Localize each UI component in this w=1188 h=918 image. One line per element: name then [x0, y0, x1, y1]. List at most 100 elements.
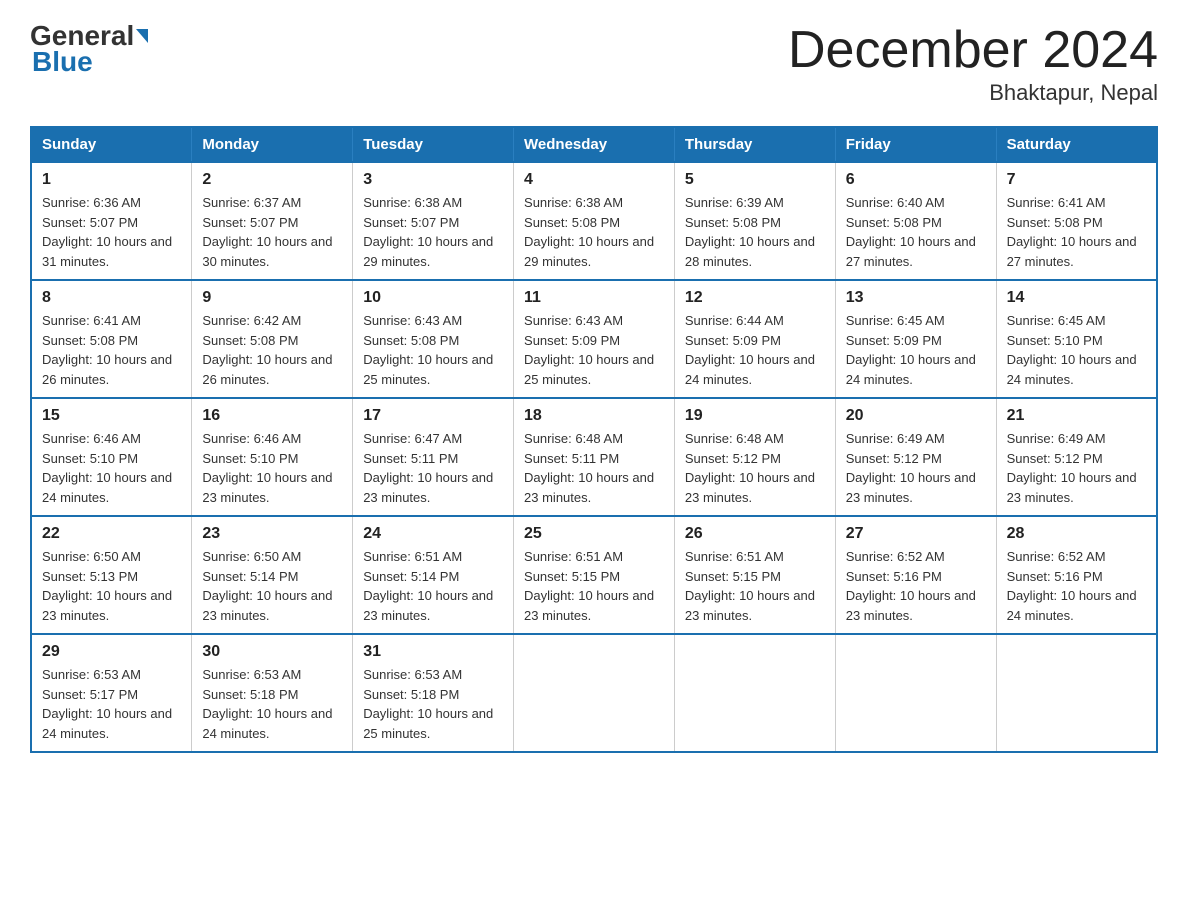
day-info: Sunrise: 6:45 AMSunset: 5:10 PMDaylight:… [1007, 311, 1146, 389]
day-number: 2 [202, 171, 342, 189]
day-info: Sunrise: 6:52 AMSunset: 5:16 PMDaylight:… [846, 547, 986, 625]
calendar-day-cell: 25 Sunrise: 6:51 AMSunset: 5:15 PMDayligh… [514, 516, 675, 634]
day-number: 5 [685, 171, 825, 189]
day-number: 14 [1007, 289, 1146, 307]
day-number: 19 [685, 407, 825, 425]
calendar-day-cell: 22Sunrise: 6:50 AMSunset: 5:13 PMDayligh… [31, 516, 192, 634]
day-number: 29 [42, 643, 181, 661]
day-info: Sunrise: 6:50 AMSunset: 5:13 PMDaylight:… [42, 547, 181, 625]
day-number: 26 [685, 525, 825, 543]
day-info: Sunrise: 6:51 AMSunset: 5:15 PMDaylight:… [685, 547, 825, 625]
calendar-day-cell [996, 634, 1157, 752]
day-info: Sunrise: 6:53 AMSunset: 5:18 PMDaylight:… [363, 665, 503, 743]
logo-blue-text: Blue [32, 46, 93, 77]
day-info: Sunrise: 6:47 AMSunset: 5:11 PMDaylight:… [363, 429, 503, 507]
logo: General Blue [30, 20, 150, 78]
day-number: 24 [363, 525, 503, 543]
calendar-day-cell: 6 Sunrise: 6:40 AMSunset: 5:08 PMDaylight… [835, 162, 996, 280]
day-number: 28 [1007, 525, 1146, 543]
day-info: Sunrise: 6:43 AMSunset: 5:09 PMDaylight:… [524, 311, 664, 389]
day-number: 10 [363, 289, 503, 307]
calendar-day-cell: 27 Sunrise: 6:52 AMSunset: 5:16 PMDayligh… [835, 516, 996, 634]
calendar-day-cell: 7 Sunrise: 6:41 AMSunset: 5:08 PMDaylight… [996, 162, 1157, 280]
day-info: Sunrise: 6:41 AMSunset: 5:08 PMDaylight:… [1007, 193, 1146, 271]
calendar-day-cell [674, 634, 835, 752]
day-info: Sunrise: 6:36 AMSunset: 5:07 PMDaylight:… [42, 193, 181, 271]
calendar-week-row: 29 Sunrise: 6:53 AMSunset: 5:17 PMDayligh… [31, 634, 1157, 752]
weekday-header-friday: Friday [835, 127, 996, 162]
day-number: 9 [202, 289, 342, 307]
calendar-day-cell: 11 Sunrise: 6:43 AMSunset: 5:09 PMDayligh… [514, 280, 675, 398]
weekday-header-thursday: Thursday [674, 127, 835, 162]
weekday-header-wednesday: Wednesday [514, 127, 675, 162]
calendar-day-cell: 29 Sunrise: 6:53 AMSunset: 5:17 PMDayligh… [31, 634, 192, 752]
day-number: 12 [685, 289, 825, 307]
day-number: 27 [846, 525, 986, 543]
day-number: 31 [363, 643, 503, 661]
weekday-header-row: SundayMondayTuesdayWednesdayThursdayFrid… [31, 127, 1157, 162]
day-number: 21 [1007, 407, 1146, 425]
calendar-table: SundayMondayTuesdayWednesdayThursdayFrid… [30, 126, 1158, 753]
calendar-day-cell: 16 Sunrise: 6:46 AMSunset: 5:10 PMDayligh… [192, 398, 353, 516]
day-info: Sunrise: 6:51 AMSunset: 5:15 PMDaylight:… [524, 547, 664, 625]
day-info: Sunrise: 6:39 AMSunset: 5:08 PMDaylight:… [685, 193, 825, 271]
day-number: 4 [524, 171, 664, 189]
calendar-week-row: 22Sunrise: 6:50 AMSunset: 5:13 PMDayligh… [31, 516, 1157, 634]
calendar-day-cell: 1 Sunrise: 6:36 AMSunset: 5:07 PMDaylight… [31, 162, 192, 280]
day-number: 13 [846, 289, 986, 307]
calendar-day-cell: 8 Sunrise: 6:41 AMSunset: 5:08 PMDaylight… [31, 280, 192, 398]
day-info: Sunrise: 6:43 AMSunset: 5:08 PMDaylight:… [363, 311, 503, 389]
calendar-day-cell: 17 Sunrise: 6:47 AMSunset: 5:11 PMDayligh… [353, 398, 514, 516]
day-info: Sunrise: 6:48 AMSunset: 5:11 PMDaylight:… [524, 429, 664, 507]
day-number: 16 [202, 407, 342, 425]
calendar-day-cell: 9 Sunrise: 6:42 AMSunset: 5:08 PMDaylight… [192, 280, 353, 398]
weekday-header-tuesday: Tuesday [353, 127, 514, 162]
day-info: Sunrise: 6:38 AMSunset: 5:07 PMDaylight:… [363, 193, 503, 271]
calendar-day-cell [514, 634, 675, 752]
day-number: 8 [42, 289, 181, 307]
day-info: Sunrise: 6:42 AMSunset: 5:08 PMDaylight:… [202, 311, 342, 389]
calendar-day-cell: 30 Sunrise: 6:53 AMSunset: 5:18 PMDayligh… [192, 634, 353, 752]
calendar-day-cell: 31 Sunrise: 6:53 AMSunset: 5:18 PMDayligh… [353, 634, 514, 752]
calendar-day-cell [835, 634, 996, 752]
calendar-day-cell: 15Sunrise: 6:46 AMSunset: 5:10 PMDayligh… [31, 398, 192, 516]
calendar-week-row: 1 Sunrise: 6:36 AMSunset: 5:07 PMDaylight… [31, 162, 1157, 280]
weekday-header-sunday: Sunday [31, 127, 192, 162]
day-info: Sunrise: 6:50 AMSunset: 5:14 PMDaylight:… [202, 547, 342, 625]
day-number: 7 [1007, 171, 1146, 189]
day-number: 11 [524, 289, 664, 307]
calendar-day-cell: 20 Sunrise: 6:49 AMSunset: 5:12 PMDayligh… [835, 398, 996, 516]
calendar-day-cell: 28 Sunrise: 6:52 AMSunset: 5:16 PMDayligh… [996, 516, 1157, 634]
title-area: December 2024 Bhaktapur, Nepal [788, 20, 1158, 106]
calendar-day-cell: 5 Sunrise: 6:39 AMSunset: 5:08 PMDaylight… [674, 162, 835, 280]
day-number: 18 [524, 407, 664, 425]
calendar-day-cell: 18 Sunrise: 6:48 AMSunset: 5:11 PMDayligh… [514, 398, 675, 516]
day-number: 6 [846, 171, 986, 189]
weekday-header-saturday: Saturday [996, 127, 1157, 162]
day-info: Sunrise: 6:53 AMSunset: 5:18 PMDaylight:… [202, 665, 342, 743]
day-info: Sunrise: 6:48 AMSunset: 5:12 PMDaylight:… [685, 429, 825, 507]
day-info: Sunrise: 6:40 AMSunset: 5:08 PMDaylight:… [846, 193, 986, 271]
day-info: Sunrise: 6:46 AMSunset: 5:10 PMDaylight:… [202, 429, 342, 507]
calendar-week-row: 15Sunrise: 6:46 AMSunset: 5:10 PMDayligh… [31, 398, 1157, 516]
day-info: Sunrise: 6:49 AMSunset: 5:12 PMDaylight:… [1007, 429, 1146, 507]
day-info: Sunrise: 6:52 AMSunset: 5:16 PMDaylight:… [1007, 547, 1146, 625]
logo-triangle-icon [136, 29, 148, 43]
day-number: 30 [202, 643, 342, 661]
day-number: 25 [524, 525, 664, 543]
day-number: 20 [846, 407, 986, 425]
calendar-day-cell: 2 Sunrise: 6:37 AMSunset: 5:07 PMDaylight… [192, 162, 353, 280]
day-info: Sunrise: 6:44 AMSunset: 5:09 PMDaylight:… [685, 311, 825, 389]
calendar-day-cell: 13 Sunrise: 6:45 AMSunset: 5:09 PMDayligh… [835, 280, 996, 398]
calendar-day-cell: 23Sunrise: 6:50 AMSunset: 5:14 PMDayligh… [192, 516, 353, 634]
day-number: 3 [363, 171, 503, 189]
day-info: Sunrise: 6:49 AMSunset: 5:12 PMDaylight:… [846, 429, 986, 507]
month-year-title: December 2024 [788, 20, 1158, 80]
day-info: Sunrise: 6:45 AMSunset: 5:09 PMDaylight:… [846, 311, 986, 389]
day-info: Sunrise: 6:38 AMSunset: 5:08 PMDaylight:… [524, 193, 664, 271]
day-number: 17 [363, 407, 503, 425]
day-info: Sunrise: 6:37 AMSunset: 5:07 PMDaylight:… [202, 193, 342, 271]
day-number: 1 [42, 171, 181, 189]
day-info: Sunrise: 6:41 AMSunset: 5:08 PMDaylight:… [42, 311, 181, 389]
day-info: Sunrise: 6:53 AMSunset: 5:17 PMDaylight:… [42, 665, 181, 743]
